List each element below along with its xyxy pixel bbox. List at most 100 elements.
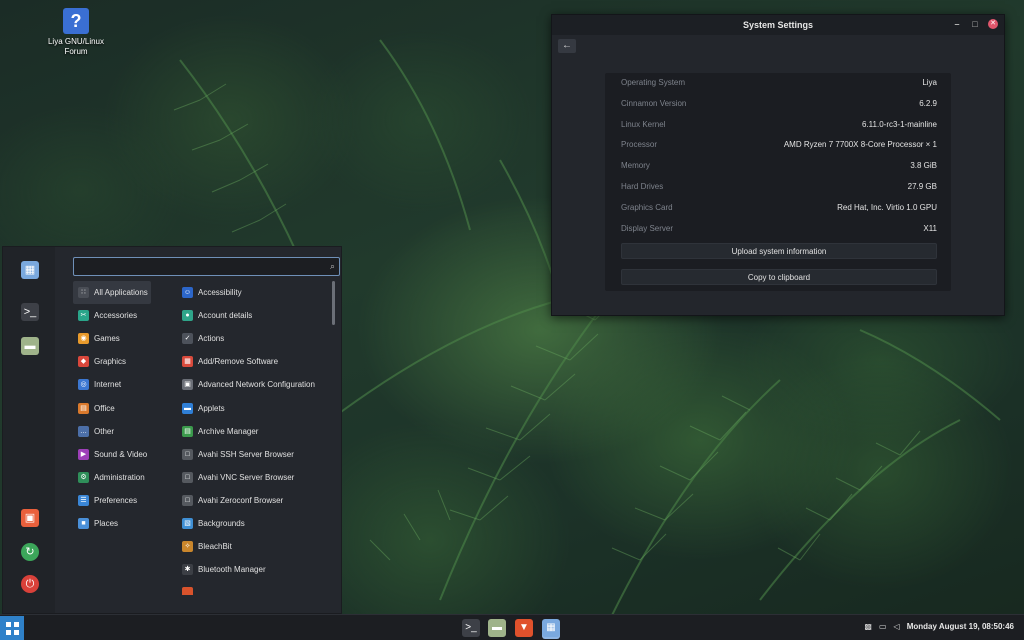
internet-icon: ◎	[78, 379, 89, 391]
category-administration[interactable]: ⚙ Administration	[73, 466, 177, 489]
app-label: Archive Manager	[198, 426, 259, 436]
files-icon[interactable]: ▬	[21, 337, 39, 355]
volume-icon[interactable]: ◁	[894, 622, 900, 631]
maximize-icon[interactable]: □	[970, 19, 980, 29]
category-all-applications[interactable]: ∷ All Applications	[73, 281, 151, 305]
info-key: Linux Kernel	[621, 119, 666, 129]
window-titlebar[interactable]: System Settings – □ ✕	[552, 15, 1004, 35]
app-avahi-zeroconf-browser[interactable]: □ Avahi Zeroconf Browser	[177, 489, 331, 512]
app-label: Avahi SSH Server Browser	[198, 449, 294, 459]
menu-button[interactable]	[0, 616, 24, 640]
copy-to-clipboard-button[interactable]: Copy to clipboard	[621, 269, 937, 286]
avahi-ssh-icon: □	[182, 448, 193, 460]
accessories-icon: ✂	[78, 310, 89, 322]
info-key: Hard Drives	[621, 181, 664, 191]
avahi-zeroconf-icon: □	[182, 494, 193, 506]
system-settings-window: System Settings – □ ✕ ← Operating System…	[551, 14, 1005, 316]
arrow-left-icon: ←	[562, 40, 572, 51]
category-places[interactable]: ■ Places	[73, 512, 177, 535]
app-label: Add/Remove Software	[198, 357, 279, 367]
category-label: Other	[94, 426, 115, 436]
brave-browser-icon[interactable]: ▼	[515, 619, 533, 637]
workspace-icon[interactable]: ▩	[864, 622, 872, 631]
app-label: Applets	[198, 403, 225, 413]
category-accessories[interactable]: ✂ Accessories	[73, 304, 177, 327]
office-icon: ▤	[78, 402, 89, 414]
display-icon[interactable]: ▭	[879, 622, 887, 631]
app-archive-manager[interactable]: ▤ Archive Manager	[177, 420, 331, 443]
info-row-kernel: Linux Kernel 6.11.0-rc3-1-mainline	[605, 115, 951, 136]
files-taskbar-icon[interactable]: ▬	[488, 619, 506, 637]
app-label: Backgrounds	[198, 518, 245, 528]
accessibility-icon: ☺	[182, 287, 193, 299]
avahi-vnc-icon: □	[182, 471, 193, 483]
app-advanced-network-configuration[interactable]: ▣ Advanced Network Configuration	[177, 373, 331, 396]
category-office[interactable]: ▤ Office	[73, 396, 177, 419]
app-label: Accessibility	[198, 288, 242, 298]
administration-icon: ⚙	[78, 471, 89, 483]
account-details-icon: ●	[182, 310, 193, 322]
shutdown-icon[interactable]: ⏻	[21, 575, 39, 593]
app-avahi-ssh-server-browser[interactable]: □ Avahi SSH Server Browser	[177, 443, 331, 466]
info-row-os: Operating System Liya	[605, 73, 951, 94]
app-account-details[interactable]: ● Account details	[177, 304, 331, 327]
app-accessibility[interactable]: ☺ Accessibility	[177, 281, 331, 304]
menu-grid-icon	[6, 630, 11, 635]
category-other[interactable]: … Other	[73, 420, 177, 443]
app-add-remove-software[interactable]: ▦ Add/Remove Software	[177, 350, 331, 373]
category-list: ∷ All Applications ✂ Accessories ◉ Games ◆ Grap…	[73, 281, 177, 535]
category-label: Internet	[94, 380, 122, 390]
info-key: Display Server	[621, 223, 674, 233]
software-manager-taskbar-icon[interactable]: ▦	[542, 619, 560, 637]
info-row-graphics: Graphics Card Red Hat, Inc. Virtio 1.0 G…	[605, 198, 951, 219]
app-label: Account details	[198, 311, 253, 321]
info-row-memory: Memory 3.8 GiB	[605, 156, 951, 177]
minimize-icon[interactable]: –	[952, 19, 962, 29]
app-applets[interactable]: ▬ Applets	[177, 396, 331, 419]
archive-manager-icon: ▤	[182, 425, 193, 437]
clock[interactable]: Monday August 19, 08:50:46	[907, 622, 1014, 631]
search-box[interactable]: ⌕	[73, 257, 340, 276]
logout-icon[interactable]: ↻	[21, 543, 39, 561]
application-list-scrollbar[interactable]	[332, 281, 335, 325]
menu-grid-icon	[14, 622, 19, 627]
lock-screen-icon[interactable]: ▣	[21, 509, 39, 527]
close-icon[interactable]: ✕	[988, 19, 998, 29]
back-button[interactable]: ←	[558, 39, 576, 53]
info-row-cinnamon: Cinnamon Version 6.2.9	[605, 94, 951, 115]
software-manager-icon[interactable]: ▦	[21, 261, 39, 279]
upload-system-info-button[interactable]: Upload system information	[621, 243, 937, 260]
window-controls: – □ ✕	[952, 19, 998, 29]
terminal-icon[interactable]: >_	[21, 303, 39, 321]
app-bleachbit[interactable]: ✧ BleachBit	[177, 535, 331, 558]
terminal-taskbar-icon[interactable]: >_	[462, 619, 480, 637]
info-value: X11	[923, 223, 937, 233]
window-title: System Settings	[742, 20, 814, 30]
category-sound-video[interactable]: ▶ Sound & Video	[73, 443, 177, 466]
category-internet[interactable]: ◎ Internet	[73, 373, 177, 396]
info-value: 27.9 GB	[907, 181, 937, 191]
grid-icon: ∷	[78, 287, 89, 299]
app-partial[interactable]	[177, 581, 331, 595]
desktop-icon-forum[interactable]: ? Liya GNU/Linux Forum	[44, 8, 108, 57]
category-label: Accessories	[94, 311, 138, 321]
app-bluetooth-manager[interactable]: ✱ Bluetooth Manager	[177, 558, 331, 581]
menu-grid-icon	[6, 622, 11, 627]
category-label: Games	[94, 334, 120, 344]
app-backgrounds[interactable]: ▧ Backgrounds	[177, 512, 331, 535]
system-info-panel: Operating System Liya Cinnamon Version 6…	[605, 73, 951, 291]
actions-icon: ✓	[182, 333, 193, 345]
category-games[interactable]: ◉ Games	[73, 327, 177, 350]
app-avahi-vnc-server-browser[interactable]: □ Avahi VNC Server Browser	[177, 466, 331, 489]
desktop-icon-label: Liya GNU/Linux Forum	[47, 37, 105, 56]
category-preferences[interactable]: ☰ Preferences	[73, 489, 177, 512]
app-actions[interactable]: ✓ Actions	[177, 327, 331, 350]
app-label: BleachBit	[198, 542, 232, 552]
menu-grid-icon	[14, 630, 19, 635]
category-label: Office	[94, 403, 115, 413]
app-label: Avahi Zeroconf Browser	[198, 495, 284, 505]
category-graphics[interactable]: ◆ Graphics	[73, 350, 177, 373]
search-input[interactable]	[74, 258, 314, 275]
sound-video-icon: ▶	[78, 448, 89, 460]
network-icon: ▣	[182, 379, 193, 391]
